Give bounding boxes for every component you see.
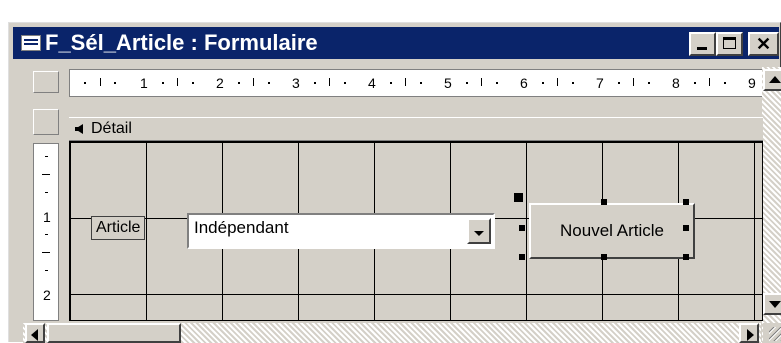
maximize-button[interactable]	[716, 32, 743, 56]
ruler-dot	[542, 82, 544, 84]
ruler-mark	[42, 252, 50, 253]
ruler-mark	[481, 78, 482, 86]
new-article-button[interactable]: Nouvel Article	[529, 203, 695, 259]
vertical-ruler[interactable]: 1 2	[33, 143, 59, 321]
title-bar[interactable]: F_Sél_Article : Formulaire ✕	[13, 27, 779, 59]
window-title: F_Sél_Article : Formulaire	[45, 30, 318, 55]
ruler-number: 8	[672, 75, 680, 91]
horizontal-ruler[interactable]: 1 2 3 4 5 6 7 8 9	[69, 69, 763, 97]
resize-handle[interactable]	[683, 254, 689, 260]
ruler-dot	[114, 82, 116, 84]
resize-handle[interactable]	[519, 225, 525, 231]
ruler-dot	[572, 82, 574, 84]
detail-section-header[interactable]: Détail	[69, 117, 763, 141]
ruler-dot	[390, 82, 392, 84]
scroll-up-button[interactable]	[763, 69, 781, 91]
ruler-number: 9	[748, 75, 756, 91]
resize-handle[interactable]	[601, 254, 607, 260]
ruler-mark	[329, 78, 330, 86]
ruler-number: 1	[43, 209, 51, 225]
ruler-number: 2	[43, 287, 51, 303]
ruler-dot	[466, 82, 468, 84]
ruler-mark	[557, 78, 558, 86]
ruler-number: 6	[520, 75, 528, 91]
combo-dropdown-button[interactable]	[467, 218, 491, 244]
ruler-dot	[45, 234, 48, 235]
ruler-mark	[42, 174, 50, 175]
ruler-mark	[177, 78, 178, 86]
scroll-right-icon	[747, 329, 754, 341]
ruler-dot	[618, 82, 620, 84]
ruler-number: 7	[596, 75, 604, 91]
ruler-dot	[45, 192, 48, 193]
ruler-dot	[84, 82, 86, 84]
maximize-icon	[723, 37, 736, 49]
resize-handle[interactable]	[683, 225, 689, 231]
close-icon: ✕	[756, 34, 772, 54]
resize-handle[interactable]	[601, 199, 607, 205]
scroll-down-icon	[769, 301, 781, 308]
form-icon[interactable]	[21, 35, 41, 51]
dropdown-arrow-icon	[474, 231, 484, 236]
ruler-dot	[648, 82, 650, 84]
resize-handle[interactable]	[683, 199, 689, 205]
ruler-number: 1	[140, 75, 148, 91]
minimize-button[interactable]	[689, 32, 716, 56]
ruler-dot	[724, 82, 726, 84]
scroll-up-icon	[769, 76, 781, 83]
ruler-mark	[405, 78, 406, 86]
move-handle[interactable]	[514, 193, 523, 202]
ruler-dot	[162, 82, 164, 84]
vertical-scrollbar[interactable]	[762, 67, 781, 343]
resize-handle[interactable]	[519, 254, 525, 260]
ruler-dot	[496, 82, 498, 84]
ruler-mark	[709, 78, 710, 86]
ruler-mark	[100, 78, 101, 86]
scroll-down-button[interactable]	[763, 293, 781, 315]
close-button[interactable]: ✕	[748, 32, 779, 56]
minimize-icon	[697, 47, 707, 50]
horizontal-scrollbar[interactable]	[23, 323, 761, 343]
scroll-left-button[interactable]	[25, 323, 45, 343]
form-design-window: F_Sél_Article : Formulaire ✕ 1 2 3 4 5 6…	[8, 22, 781, 343]
ruler-dot	[192, 82, 194, 84]
ruler-mark	[633, 78, 634, 86]
ruler-dot	[344, 82, 346, 84]
ruler-dot	[238, 82, 240, 84]
ruler-number: 2	[216, 75, 224, 91]
size-grip-icon[interactable]	[763, 323, 781, 343]
section-label: Détail	[91, 120, 132, 137]
article-combo-value: Indépendant	[194, 218, 289, 237]
ruler-dot	[694, 82, 696, 84]
ruler-mark	[253, 78, 254, 86]
ruler-dot	[268, 82, 270, 84]
form-selector[interactable]	[33, 71, 59, 93]
ruler-number: 3	[292, 75, 300, 91]
ruler-dot	[420, 82, 422, 84]
ruler-number: 4	[368, 75, 376, 91]
horizontal-scroll-thumb[interactable]	[47, 323, 181, 343]
section-selector[interactable]	[33, 109, 59, 135]
article-label[interactable]: Article	[91, 216, 146, 240]
ruler-dot	[45, 270, 48, 271]
ruler-dot	[45, 156, 48, 157]
section-arrow-icon	[75, 124, 83, 134]
ruler-number: 5	[444, 75, 452, 91]
article-combo-box[interactable]: Indépendant	[187, 213, 495, 249]
scroll-right-button[interactable]	[739, 323, 759, 343]
ruler-dot	[314, 82, 316, 84]
scroll-left-icon	[31, 329, 38, 341]
